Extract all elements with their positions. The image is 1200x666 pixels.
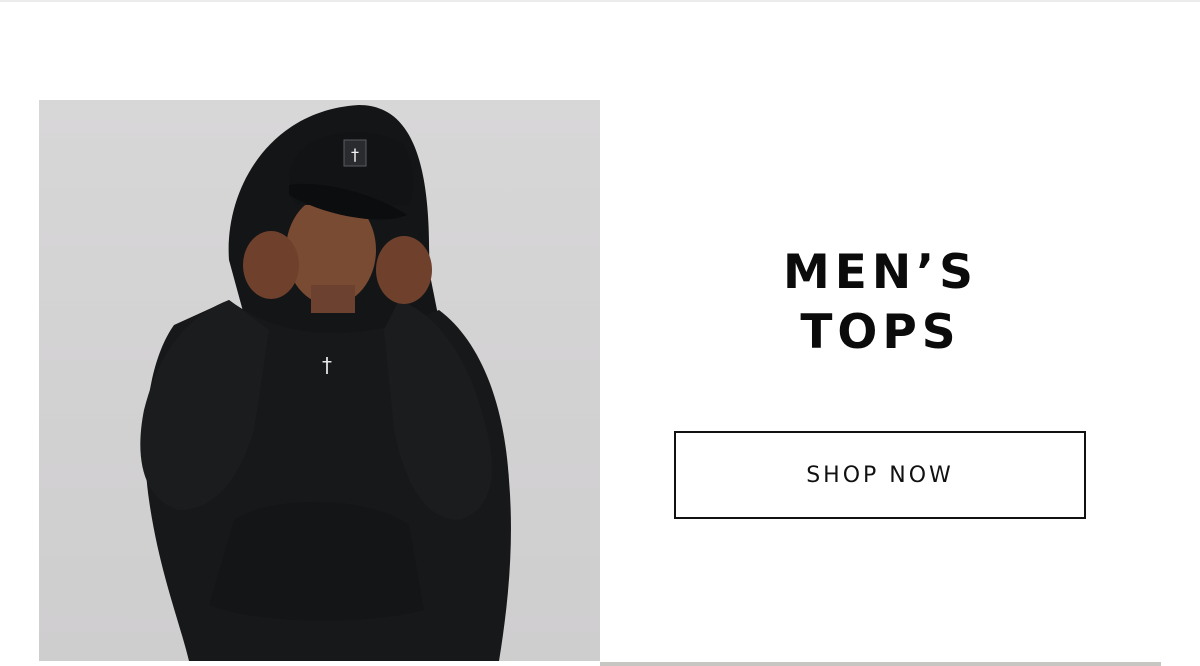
promo-title: MEN’S TOPS xyxy=(600,243,1161,363)
shop-now-button[interactable]: SHOP NOW xyxy=(674,431,1086,519)
top-divider xyxy=(0,0,1200,2)
promo-panel: MEN’S TOPS SHOP NOW xyxy=(600,100,1161,661)
svg-text:†: † xyxy=(322,353,332,377)
product-photo[interactable]: † † xyxy=(39,100,600,661)
model-photo-illustration: † † xyxy=(140,105,511,661)
next-section-edge xyxy=(600,662,1161,666)
promo-title-line-2: TOPS xyxy=(800,305,961,360)
svg-text:†: † xyxy=(351,145,359,164)
promo-title-line-1: MEN’S xyxy=(783,245,978,300)
shop-now-label: SHOP NOW xyxy=(806,462,954,488)
